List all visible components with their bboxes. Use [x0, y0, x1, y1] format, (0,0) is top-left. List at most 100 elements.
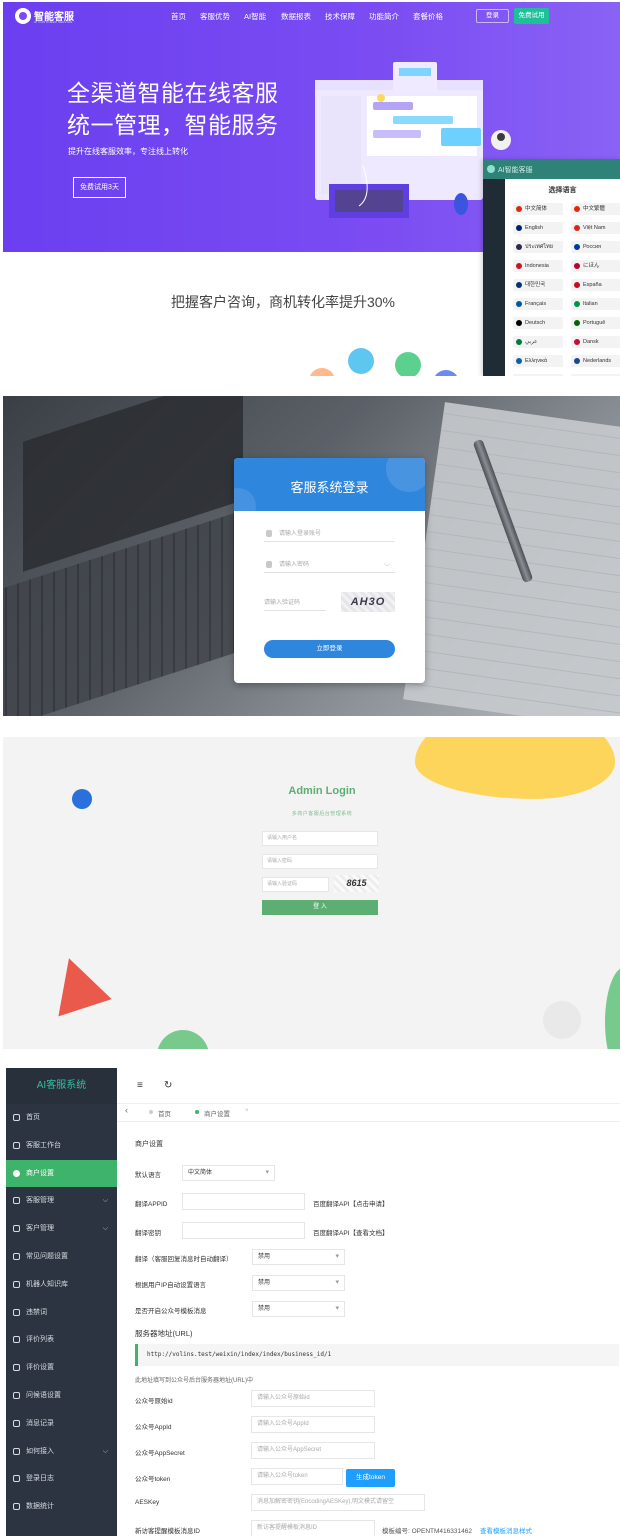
sidebar-item-label: 消息记录 [26, 1419, 54, 1427]
free-trial-button[interactable]: 免费试用 [514, 8, 549, 24]
language-option[interactable]: España [571, 279, 620, 291]
language-option[interactable]: Indonesia [513, 260, 563, 272]
panel-logo-icon [487, 165, 495, 173]
server-url-label: 服务器地址(URL) [135, 1329, 193, 1338]
visitor-template-label: 新访客提醒模板消息ID [135, 1528, 200, 1535]
generate-token-button[interactable]: 生成token [346, 1469, 395, 1487]
menu-item-icon [13, 1447, 20, 1455]
translate-appid-apply-link[interactable]: 百度翻译API【点击申请】 [313, 1198, 388, 1208]
language-option[interactable]: にほん [571, 260, 620, 272]
sidebar-item[interactable]: 常见问题设置 [6, 1243, 117, 1270]
sidebar-item[interactable]: 商户设置 [6, 1159, 117, 1187]
sidebar-item[interactable]: 如何接入 ⌵ [6, 1438, 117, 1465]
tab-back-icon[interactable]: ‹ [125, 1105, 128, 1115]
menu-item-icon [13, 1308, 20, 1316]
sidebar-item-label: 数据统计 [26, 1503, 54, 1511]
admin-captcha-image[interactable]: 8615 [334, 875, 379, 892]
aeskey-input[interactable]: 消息加解密密钥(EncodingAESKey),明文模式请留空 [251, 1494, 425, 1511]
nav-item-tech[interactable]: 技术保障 [325, 11, 355, 22]
eye-icon[interactable]: ◡ [384, 559, 390, 567]
captcha-input[interactable]: 请输入验证码 [264, 595, 326, 611]
mp-appsecret-input[interactable]: 请输入公众号AppSecret [251, 1442, 375, 1459]
sidebar-item[interactable]: 违禁词 [6, 1299, 117, 1326]
tab-merchant-settings[interactable]: 商户设置 [195, 1108, 230, 1118]
account-input[interactable]: 请输入登录账号 [264, 526, 395, 542]
tab-home[interactable]: 首页 [149, 1108, 171, 1118]
translate-key-doc-link[interactable]: 百度翻译API【查看文档】 [313, 1227, 388, 1237]
menu-item-icon [13, 1197, 20, 1205]
translate-appid-input[interactable] [182, 1193, 305, 1210]
language-option[interactable]: Français [513, 298, 563, 310]
language-option[interactable]: عربي [513, 336, 563, 348]
language-option[interactable]: Nederlands [571, 355, 620, 367]
mp-template-msg-select[interactable]: 禁用 [252, 1301, 345, 1317]
refresh-icon[interactable]: ↻ [164, 1080, 172, 1091]
tab-close-icon[interactable]: × [245, 1108, 249, 1114]
view-template-style-link[interactable]: 查看模板消息样式 [480, 1525, 532, 1535]
language-option[interactable]: Polski [513, 374, 563, 376]
sidebar-item[interactable]: 登录日志 [6, 1465, 117, 1492]
language-option[interactable]: 대한민국 [513, 279, 563, 291]
admin-password-input[interactable]: 请输入密码 [262, 854, 378, 869]
menu-item-icon [13, 1141, 20, 1149]
sidebar-item[interactable]: 评价设置 [6, 1354, 117, 1381]
sidebar-item[interactable]: 客服管理 ⌵ [6, 1187, 117, 1214]
panel-sidebar [483, 179, 505, 376]
sidebar-item[interactable]: 首页 [6, 1104, 117, 1131]
language-option[interactable]: Suomi [571, 374, 620, 376]
nav-item-ai[interactable]: AI智能 [244, 11, 266, 22]
ip-language-select[interactable]: 禁用 [252, 1275, 345, 1291]
login-button[interactable]: 登录 [476, 9, 509, 23]
nav-item-reports[interactable]: 数据报表 [281, 11, 311, 22]
template-number: 模板编号: OPENTM416331462 [382, 1528, 472, 1535]
sidebar-item[interactable]: 机器人知识库 [6, 1271, 117, 1298]
admin-captcha-input[interactable]: 请输入验证码 [262, 877, 329, 892]
mp-token-input[interactable]: 请输入公众号token [251, 1468, 343, 1485]
auto-translate-select[interactable]: 禁用 [252, 1249, 345, 1265]
nav-item-home[interactable]: 首页 [171, 11, 186, 22]
username-input[interactable]: 请输入用户名 [262, 831, 378, 846]
language-option[interactable]: Eλληνικά [513, 355, 563, 367]
nav-item-pricing[interactable]: 套餐价格 [413, 11, 443, 22]
logo-icon[interactable] [15, 8, 31, 24]
menu-toggle-icon[interactable]: ≡ [137, 1080, 143, 1091]
hero-trial-button[interactable]: 免费试用3天 [73, 177, 126, 198]
server-url-box[interactable]: http://volins.test/weixin/index/index/bu… [135, 1344, 619, 1366]
nav-item-features[interactable]: 功能简介 [369, 11, 399, 22]
language-option[interactable]: English [513, 222, 563, 234]
language-option[interactable]: Deutsch [513, 317, 563, 329]
sidebar-item[interactable]: 客户管理 ⌵ [6, 1215, 117, 1242]
sidebar-item[interactable]: 客服工作台 [6, 1132, 117, 1159]
sidebar-item[interactable]: 评价列表 [6, 1326, 117, 1353]
password-input[interactable]: 请输入密码 [264, 557, 395, 573]
captcha-image[interactable]: AH3O [341, 592, 395, 612]
sidebar-item-label: 违禁词 [26, 1308, 47, 1316]
cs-login-submit-button[interactable]: 立即登录 [264, 640, 395, 658]
sidebar-item[interactable]: 问候语设置 [6, 1382, 117, 1409]
top-bar: ≡ ↻ [117, 1068, 620, 1104]
language-option[interactable]: ประเทศไทย [513, 241, 563, 253]
sidebar-item-label: 问候语设置 [26, 1392, 61, 1399]
translate-key-input[interactable] [182, 1222, 305, 1239]
nav-item-advantages[interactable]: 客服优势 [200, 11, 230, 22]
sidebar-item[interactable]: 数据统计 [6, 1493, 117, 1520]
sidebar-item-label: 客服管理 [26, 1197, 54, 1205]
visitor-template-input[interactable]: 新访客提醒模板消息ID [251, 1520, 375, 1536]
language-option[interactable]: Italian [571, 298, 620, 310]
language-option[interactable]: Portuguê [571, 317, 620, 329]
sidebar-item-label: 登录日志 [26, 1475, 54, 1483]
default-language-select[interactable]: 中文简体 [182, 1165, 275, 1181]
admin-login-subtitle: 多商户客服后台管理系统 [291, 811, 353, 817]
language-option[interactable]: Việt Nam [571, 222, 620, 234]
sidebar-item[interactable]: 消息记录 [6, 1410, 117, 1437]
mp-appid-input[interactable]: 请输入公众号AppId [251, 1416, 375, 1433]
server-url-hint: 此地址填写到公众号后台服务器地址(URL)中 [135, 1378, 253, 1384]
mp-origin-id-input[interactable]: 请输入公众号原始id [251, 1390, 375, 1407]
aeskey-label: AESKey [135, 1499, 160, 1506]
language-option[interactable]: Россия [571, 241, 620, 253]
admin-login-submit-button[interactable]: 登 入 [262, 900, 378, 915]
menu-item-icon [13, 1503, 20, 1511]
language-option[interactable]: 中文简体 [513, 203, 563, 215]
language-option[interactable]: 中文繁體 [571, 203, 620, 215]
language-option[interactable]: Dansk [571, 336, 620, 348]
